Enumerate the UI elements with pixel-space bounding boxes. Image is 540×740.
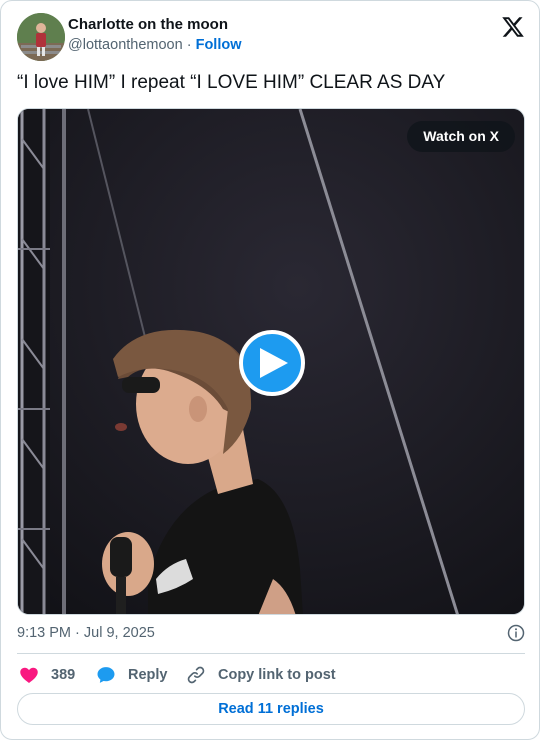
info-icon[interactable] — [507, 624, 525, 642]
tweet-embed-card: Charlotte on the moon @lottaonthemoon · … — [0, 0, 540, 740]
reply-button[interactable]: Reply — [96, 663, 168, 687]
avatar[interactable] — [17, 13, 65, 61]
tweet-timestamp[interactable]: 9:13 PM · Jul 9, 2025 — [17, 625, 155, 641]
handle-row: @lottaonthemoon · Follow — [68, 35, 242, 55]
avatar-image — [17, 13, 65, 61]
tweet-header: Charlotte on the moon @lottaonthemoon · … — [17, 13, 525, 61]
x-logo-icon[interactable] — [501, 15, 525, 39]
speech-bubble-icon — [97, 667, 115, 683]
heart-icon — [20, 667, 38, 683]
reply-label: Reply — [128, 667, 168, 683]
author-name[interactable]: Charlotte on the moon — [68, 16, 242, 34]
author-info: Charlotte on the moon @lottaonthemoon · … — [68, 16, 242, 55]
copy-link-button[interactable]: Copy link to post — [186, 663, 336, 687]
link-icon — [187, 666, 205, 684]
copy-link-label: Copy link to post — [218, 667, 336, 683]
author-handle[interactable]: @lottaonthemoon — [68, 37, 183, 53]
like-button[interactable]: 389 — [19, 663, 75, 687]
tweet-meta: 9:13 PM · Jul 9, 2025 — [17, 623, 525, 643]
play-button[interactable] — [239, 330, 305, 396]
separator-dot: · — [186, 37, 192, 53]
follow-button[interactable]: Follow — [196, 37, 242, 53]
video-player[interactable]: Watch on X — [17, 108, 525, 615]
read-replies-button[interactable]: Read 11 replies — [17, 693, 525, 725]
like-count: 389 — [51, 667, 76, 683]
divider — [17, 653, 525, 654]
action-bar: 389 Reply Copy link to post — [17, 663, 525, 687]
play-icon — [260, 348, 288, 378]
watch-on-x-button[interactable]: Watch on X — [407, 121, 515, 152]
tweet-text: “I love HIM” I repeat “I LOVE HIM” CLEAR… — [17, 72, 446, 93]
